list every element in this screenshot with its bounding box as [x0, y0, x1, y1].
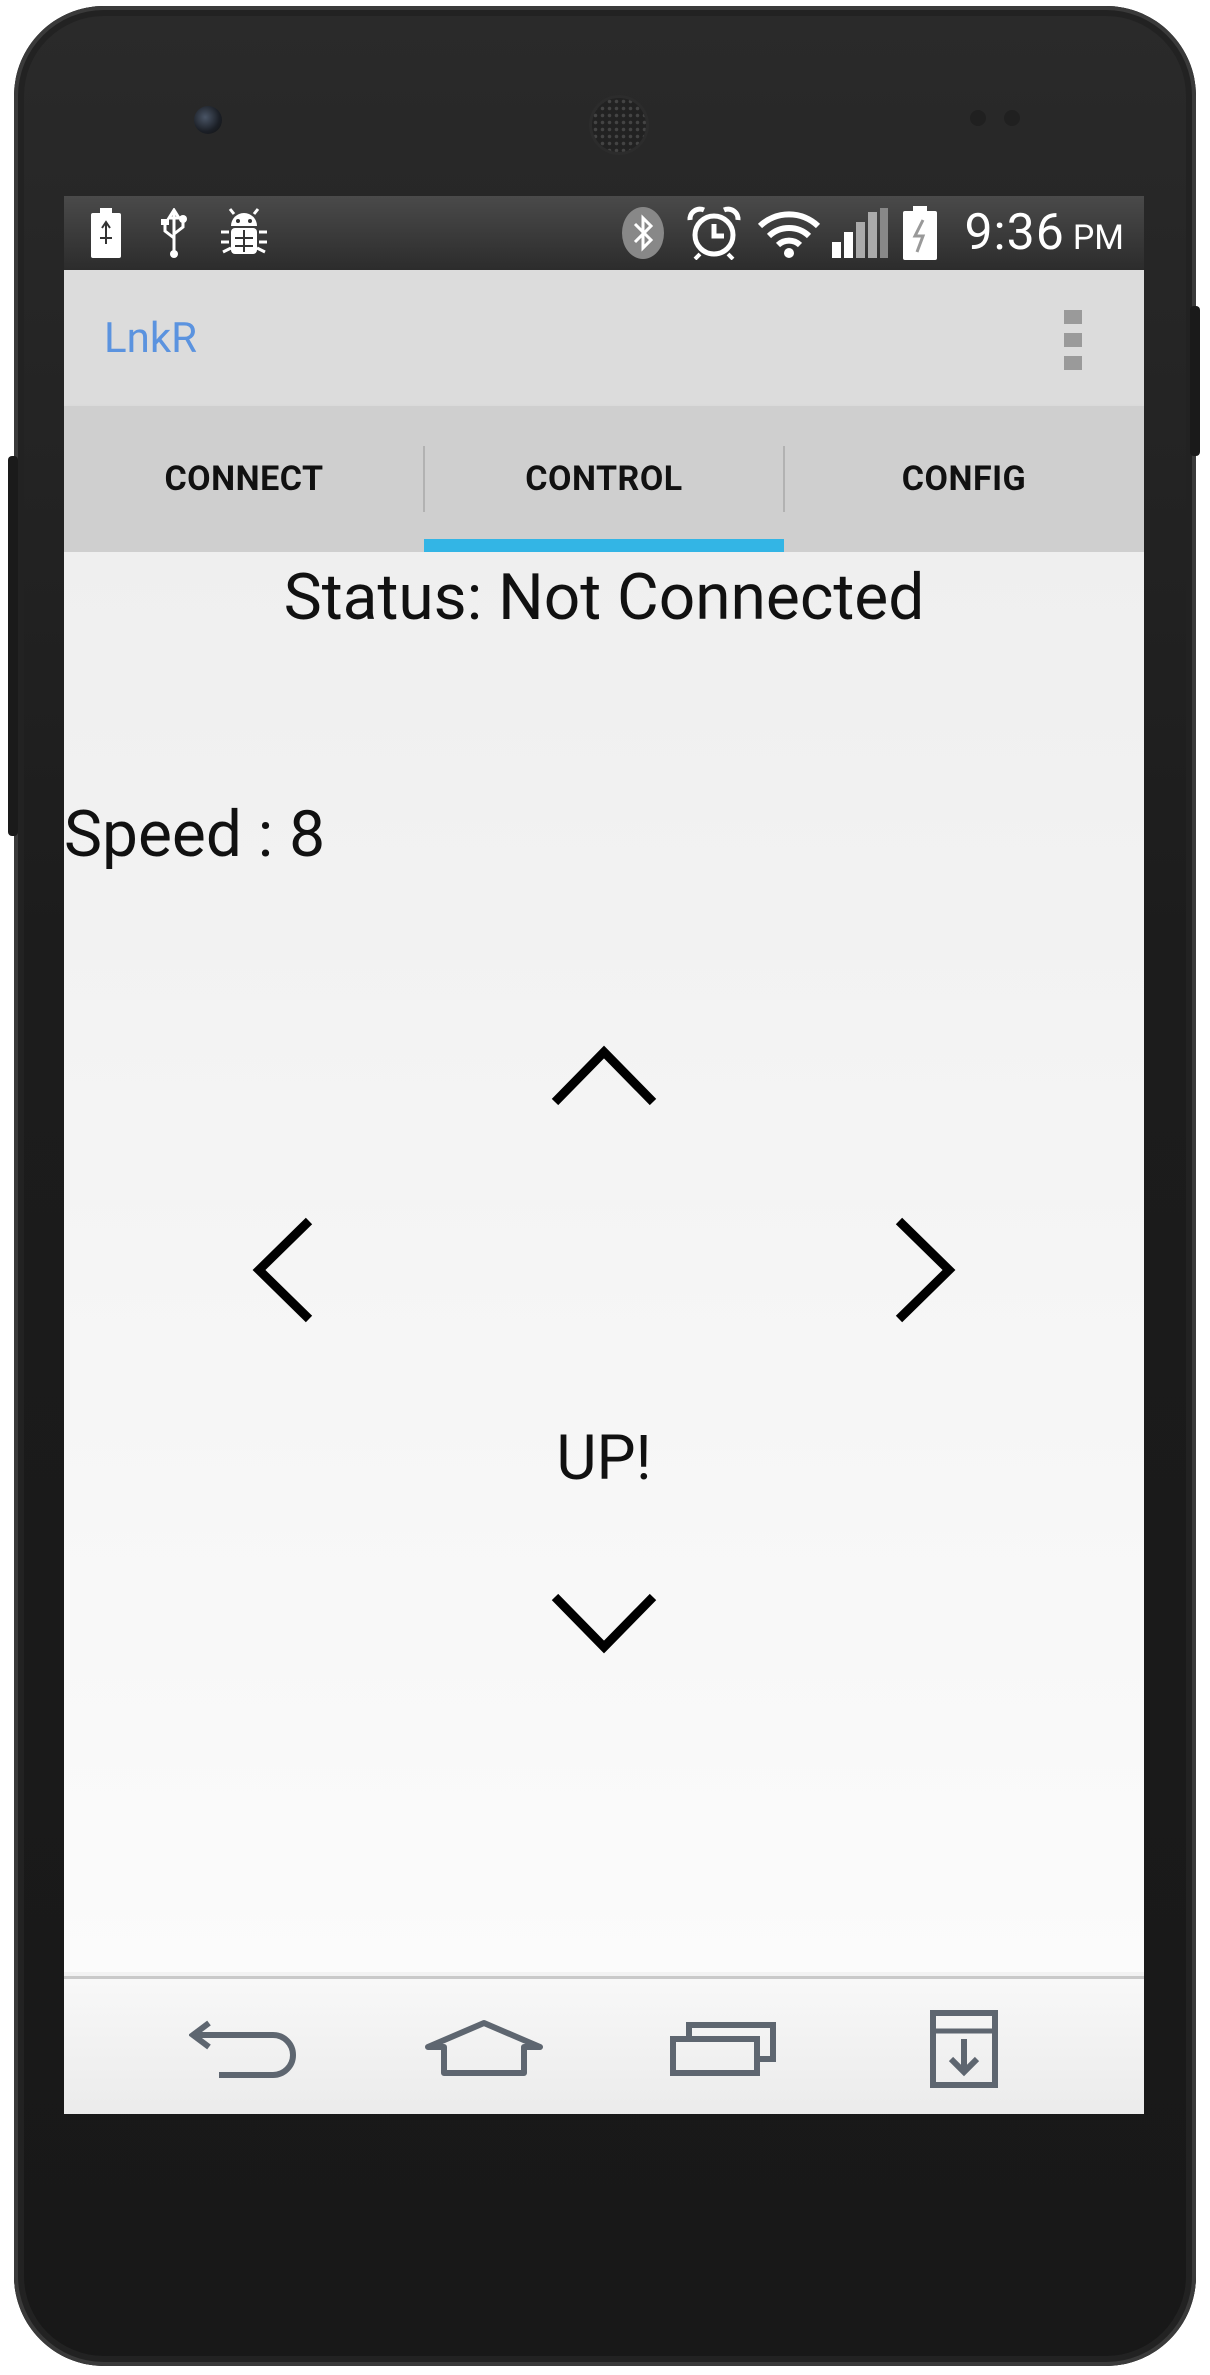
- screen: 9:36 PM LnkR CONNECT CONTROL CONFIG Stat…: [64, 196, 1144, 2114]
- clock-ampm: PM: [1072, 218, 1124, 258]
- control-panel: Status: Not Connected Speed : 8 UP!: [64, 552, 1144, 1972]
- light-sensor: [1004, 110, 1020, 126]
- home-icon[interactable]: [414, 1999, 554, 2099]
- clock: 9:36 PM: [964, 202, 1124, 264]
- direction-label: UP!: [556, 1422, 652, 1495]
- battery-full-icon: [86, 206, 126, 260]
- action-bar: LnkR: [64, 270, 1144, 406]
- right-button[interactable]: [844, 1200, 1004, 1340]
- clock-time: 9:36: [964, 204, 1065, 262]
- android-debug-icon: [214, 206, 274, 260]
- status-bar: 9:36 PM: [64, 196, 1144, 270]
- tab-control[interactable]: CONTROL: [424, 406, 784, 552]
- app-title: LnkR: [104, 313, 197, 363]
- tab-config[interactable]: CONFIG: [784, 406, 1144, 552]
- tab-connect[interactable]: CONNECT: [64, 406, 424, 552]
- down-button[interactable]: [524, 1552, 684, 1692]
- chevron-down-icon: [551, 1593, 657, 1654]
- back-icon[interactable]: [174, 1999, 314, 2099]
- front-camera: [194, 106, 222, 134]
- overflow-menu-icon[interactable]: [1064, 310, 1082, 370]
- speed-label: Speed : 8: [64, 797, 326, 872]
- download-icon[interactable]: [894, 1999, 1034, 2099]
- proximity-sensor: [970, 110, 986, 126]
- bluetooth-icon: [618, 206, 668, 260]
- left-button[interactable]: [204, 1200, 364, 1340]
- alarm-icon: [684, 206, 744, 260]
- navigation-bar: [64, 1976, 1144, 2114]
- chevron-right-icon: [895, 1217, 956, 1323]
- chevron-left-icon: [252, 1217, 313, 1323]
- battery-charging-icon: [900, 206, 940, 260]
- earpiece-speaker: [592, 98, 646, 152]
- wifi-icon: [754, 206, 824, 260]
- signal-icon: [830, 206, 890, 260]
- selected-tab-indicator: [424, 539, 784, 552]
- volume-button: [8, 456, 18, 836]
- up-button[interactable]: [524, 1007, 684, 1147]
- chevron-up-icon: [551, 1045, 657, 1106]
- tab-bar: CONNECT CONTROL CONFIG: [64, 406, 1144, 552]
- power-button: [1190, 306, 1200, 456]
- recent-apps-icon[interactable]: [654, 1999, 794, 2099]
- usb-icon: [154, 206, 194, 260]
- connection-status: Status: Not Connected: [283, 560, 925, 635]
